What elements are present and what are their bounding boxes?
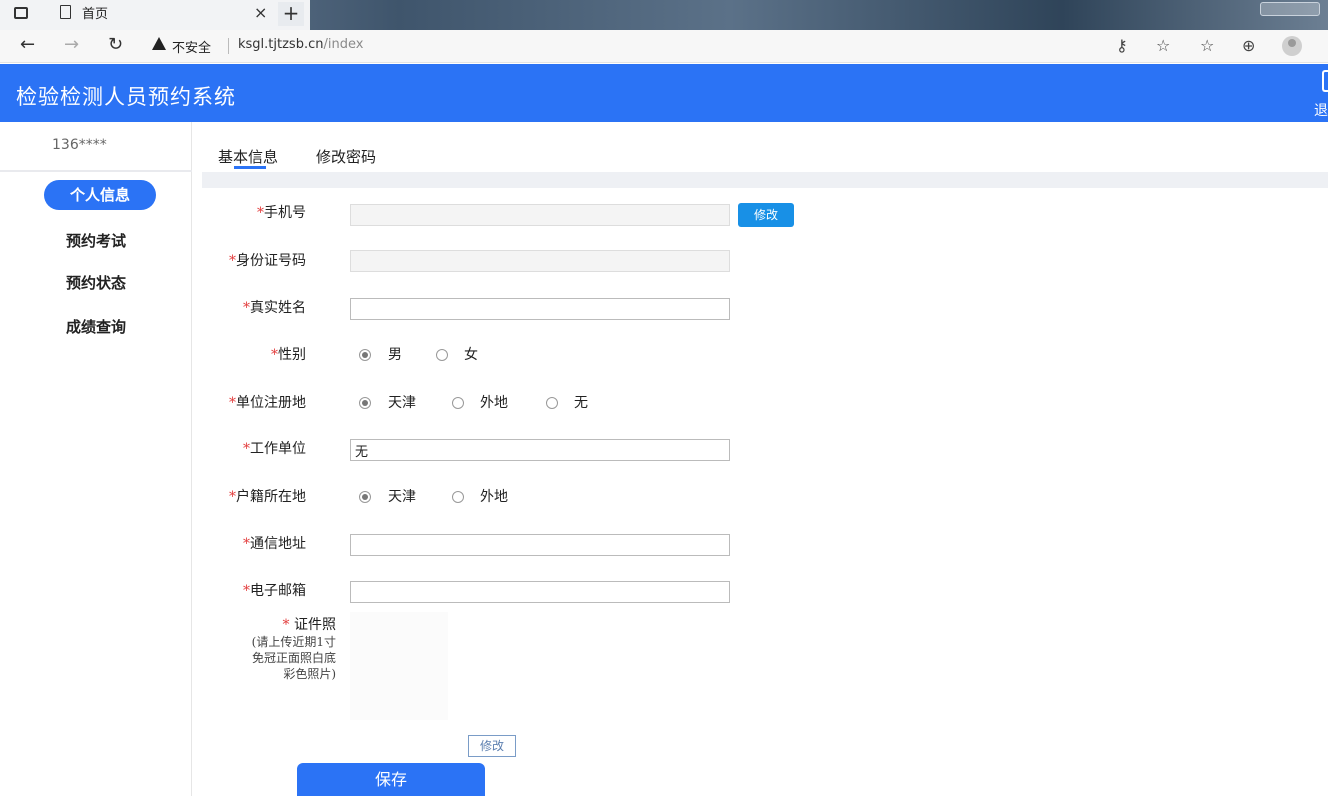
gender-label: *性别 [176,344,306,364]
save-button[interactable]: 保存 [297,763,485,796]
back-arrow-icon[interactable]: ← [20,34,35,55]
unit-region-label-text: 单位注册地 [236,395,306,411]
phone-label: *手机号 [176,202,306,222]
unit-other-label[interactable]: 外地 [480,392,508,412]
window-controls[interactable] [1260,2,1320,16]
modify-photo-button[interactable]: 修改 [468,735,516,757]
household-label-text: 户籍所在地 [236,489,306,505]
required-mark: * [229,489,236,505]
tab-actions-icon[interactable] [14,7,28,19]
required-mark: * [243,536,250,552]
profile-avatar-icon[interactable] [1282,36,1302,56]
id-number-label: *身份证号码 [176,250,306,270]
favorites-icon[interactable]: ☆ [1200,36,1214,55]
photo-label: * 证件照 (请上传近期1寸 免冠正面照白底 彩色照片) [212,614,336,682]
page-icon [60,5,71,19]
household-tianjin-radio[interactable] [359,491,371,503]
phone-field[interactable] [350,204,730,226]
work-unit-label-text: 工作单位 [250,441,306,457]
sidebar-item-profile[interactable]: 个人信息 [44,180,156,210]
active-tab-indicator [234,166,266,169]
household-tianjin-label[interactable]: 天津 [388,486,416,506]
required-mark: * [243,300,250,316]
photo-label-text: 证件照 [294,617,336,633]
sidebar-item-book-exam[interactable]: 预约考试 [0,230,192,251]
new-tab-button[interactable]: + [278,2,304,26]
unit-tianjin-radio[interactable] [359,397,371,409]
logout-label[interactable]: 退 [1314,100,1328,120]
forward-arrow-icon[interactable]: → [64,34,79,55]
real-name-field[interactable] [350,298,730,320]
unit-none-label[interactable]: 无 [574,392,588,412]
id-number-field[interactable] [350,250,730,272]
id-number-label-text: 身份证号码 [236,253,306,269]
address-label: *通信地址 [176,533,306,553]
id-photo-preview [350,612,448,720]
tab-title: 首页 [82,7,109,22]
photo-note-line: (请上传近期1寸 [251,635,336,649]
warning-icon [152,37,166,50]
url-path: /index [323,37,364,52]
unit-none-radio[interactable] [546,397,558,409]
work-unit-label: *工作单位 [176,438,306,458]
household-other-radio[interactable] [452,491,464,503]
url-host: ksgl.tjtzsb.cn [238,37,324,52]
modify-phone-button[interactable]: 修改 [738,203,794,227]
section-divider [202,172,1328,188]
gender-label-text: 性别 [278,347,306,363]
url-field[interactable]: ksgl.tjtzsb.cn/index [238,37,363,52]
required-mark: * [243,583,250,599]
work-unit-field[interactable] [350,439,730,461]
photo-note-line: 彩色照片) [283,667,336,681]
required-mark: * [271,347,278,363]
collections-icon[interactable]: ⊕ [1242,36,1255,55]
email-field[interactable] [350,581,730,603]
browser-tab[interactable]: 首页 × + [0,0,310,30]
gender-female-radio[interactable] [436,349,448,361]
required-mark: * [243,441,250,457]
required-mark: * [257,205,264,221]
real-name-label-text: 真实姓名 [250,300,306,316]
app-title: 检验检测人员预约系统 [16,85,236,109]
phone-label-text: 手机号 [264,205,306,221]
sidebar-item-score-query[interactable]: 成绩查询 [0,316,192,337]
address-bar: ← → ↻ 不安全 ksgl.tjtzsb.cn/index ⚷ ☆ ☆ ⊕ [0,30,1328,63]
email-label: *电子邮箱 [176,580,306,600]
app-header: 检验检测人员预约系统 退 [0,64,1328,122]
tab-basic-info[interactable]: 基本信息 [218,146,278,167]
photo-note-line: 免冠正面照白底 [251,651,336,665]
gender-female-label[interactable]: 女 [464,344,478,364]
household-label: *户籍所在地 [176,486,306,506]
sidebar-item-booking-status[interactable]: 预约状态 [0,272,192,293]
sidebar: 136**** 个人信息 预约考试 预约状态 成绩查询 [0,122,192,796]
refresh-icon[interactable]: ↻ [108,34,123,55]
divider [228,38,229,54]
gender-male-label[interactable]: 男 [388,344,402,364]
add-favorite-icon[interactable]: ☆ [1156,36,1170,55]
household-other-label[interactable]: 外地 [480,486,508,506]
gender-male-radio[interactable] [359,349,371,361]
unit-region-label: *单位注册地 [176,392,306,412]
tab-change-password[interactable]: 修改密码 [316,146,376,167]
required-mark: * [229,253,236,269]
insecure-label[interactable]: 不安全 [172,37,211,56]
unit-tianjin-label[interactable]: 天津 [388,392,416,412]
address-field[interactable] [350,534,730,556]
address-label-text: 通信地址 [250,536,306,552]
divider [0,170,192,172]
user-phone: 136**** [52,137,107,153]
tab-strip: 基本信息 修改密码 [202,122,1328,172]
real-name-label: *真实姓名 [176,297,306,317]
unit-other-radio[interactable] [452,397,464,409]
logout-icon[interactable] [1322,70,1328,92]
required-mark: * [282,617,290,633]
key-icon[interactable]: ⚷ [1116,36,1128,55]
required-mark: * [229,395,236,411]
browser-tab-bar: 首页 × + [0,0,1328,30]
email-label-text: 电子邮箱 [250,583,306,599]
tab-close-icon[interactable]: × [254,3,267,22]
